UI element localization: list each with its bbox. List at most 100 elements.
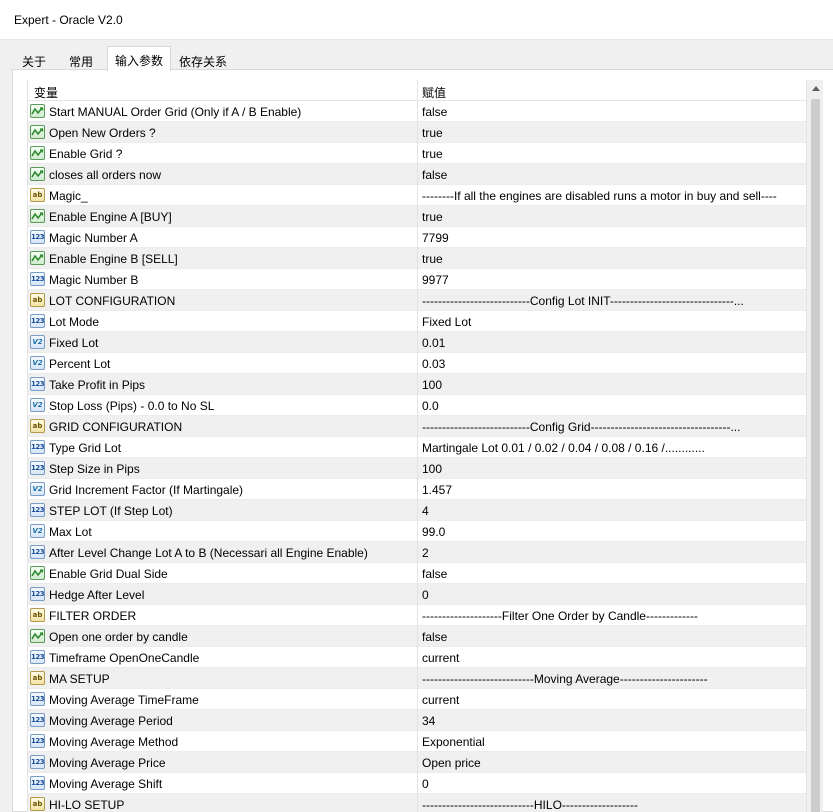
parameter-name: Enable Grid Dual Side	[49, 567, 168, 581]
parameter-name: HI-LO SETUP	[49, 798, 125, 812]
parameter-value[interactable]: 7799	[422, 231, 806, 245]
parameter-value[interactable]: ---------------------------Config Grid--…	[422, 420, 806, 434]
table-row[interactable]: 123 Hedge After Level 0	[28, 584, 806, 605]
column-header-value[interactable]: 赋值	[422, 84, 446, 101]
table-row[interactable]: Enable Grid Dual Side false	[28, 563, 806, 584]
scroll-up-arrow-icon[interactable]	[807, 80, 824, 97]
table-row[interactable]: Open New Orders ? true	[28, 122, 806, 143]
table-row[interactable]: 123 Take Profit in Pips 100	[28, 374, 806, 395]
cell-divider	[417, 647, 418, 668]
parameter-value[interactable]: 0	[422, 777, 806, 791]
table-row[interactable]: 123 Magic Number A 7799	[28, 227, 806, 248]
parameter-value[interactable]: Open price	[422, 756, 806, 770]
table-row[interactable]: V2 Percent Lot 0.03	[28, 353, 806, 374]
table-row[interactable]: V2 Stop Loss (Pips) - 0.0 to No SL 0.0	[28, 395, 806, 416]
parameter-value[interactable]: 4	[422, 504, 806, 518]
parameter-value[interactable]: 1.457	[422, 483, 806, 497]
table-row[interactable]: ab FILTER ORDER --------------------Filter…	[28, 605, 806, 626]
cell-divider	[417, 752, 418, 773]
table-row[interactable]: 123 Moving Average TimeFrame current	[28, 689, 806, 710]
parameter-value[interactable]: Exponential	[422, 735, 806, 749]
table-row[interactable]: Start MANUAL Order Grid (Only if A / B E…	[28, 101, 806, 122]
table-row[interactable]: 123 STEP LOT (If Step Lot) 4	[28, 500, 806, 521]
inputs-panel: 变量 赋值 Start MANUAL Order Grid (Only if A…	[12, 69, 833, 812]
parameter-value[interactable]: 9977	[422, 273, 806, 287]
parameter-value[interactable]: current	[422, 693, 806, 707]
parameter-value[interactable]: 100	[422, 462, 806, 476]
table-row[interactable]: Enable Engine A [BUY] true	[28, 206, 806, 227]
integer-icon: 123	[30, 776, 45, 790]
parameter-value[interactable]: 34	[422, 714, 806, 728]
table-row[interactable]: V2 Grid Increment Factor (If Martingale) 1…	[28, 479, 806, 500]
cell-divider	[417, 563, 418, 584]
cell-divider	[417, 479, 418, 500]
parameter-value[interactable]: 99.0	[422, 525, 806, 539]
integer-icon: 123	[30, 545, 45, 559]
tab-about[interactable]: 关于	[12, 49, 56, 70]
parameter-value[interactable]: 0.03	[422, 357, 806, 371]
table-row[interactable]: 123 Moving Average Price Open price	[28, 752, 806, 773]
table-row[interactable]: ab GRID CONFIGURATION --------------------…	[28, 416, 806, 437]
table-row[interactable]: Enable Engine B [SELL] true	[28, 248, 806, 269]
table-row[interactable]: Enable Grid ? true	[28, 143, 806, 164]
column-header-variable[interactable]: 变量	[34, 84, 58, 101]
parameter-value[interactable]: 2	[422, 546, 806, 560]
parameter-value[interactable]: --------If all the engines are disabled …	[422, 189, 806, 203]
table-row[interactable]: V2 Fixed Lot 0.01	[28, 332, 806, 353]
integer-icon: 123	[30, 461, 45, 475]
integer-icon: 123	[30, 377, 45, 391]
tab-inputs[interactable]: 输入参数	[107, 46, 171, 71]
parameter-value[interactable]: true	[422, 147, 806, 161]
table-row[interactable]: 123 Moving Average Period 34	[28, 710, 806, 731]
bool-icon	[30, 251, 45, 265]
table-row[interactable]: 123 Moving Average Method Exponential	[28, 731, 806, 752]
parameter-value[interactable]: current	[422, 651, 806, 665]
parameter-value[interactable]: false	[422, 105, 806, 119]
table-row[interactable]: ab Magic_ --------If all the engines are d…	[28, 185, 806, 206]
parameter-value[interactable]: ----------------------------HILO--------…	[422, 798, 806, 812]
table-row[interactable]: 123 Magic Number B 9977	[28, 269, 806, 290]
cell-divider	[417, 521, 418, 542]
table-row[interactable]: 123 Timeframe OpenOneCandle current	[28, 647, 806, 668]
table-row[interactable]: 123 Lot Mode Fixed Lot	[28, 311, 806, 332]
table-row[interactable]: 123 Step Size in Pips 100	[28, 458, 806, 479]
string-icon: ab	[30, 797, 45, 811]
cell-divider	[417, 248, 418, 269]
parameter-value[interactable]: Fixed Lot	[422, 315, 806, 329]
table-row[interactable]: closes all orders now false	[28, 164, 806, 185]
parameter-value[interactable]: 0	[422, 588, 806, 602]
table-row[interactable]: Open one order by candle false	[28, 626, 806, 647]
table-row[interactable]: ab LOT CONFIGURATION ---------------------…	[28, 290, 806, 311]
parameter-value[interactable]: ----------------------------Moving Avera…	[422, 672, 806, 686]
vertical-scrollbar[interactable]	[806, 80, 823, 812]
parameter-value[interactable]: true	[422, 210, 806, 224]
table-row[interactable]: ab HI-LO SETUP ---------------------------…	[28, 794, 806, 812]
parameter-value[interactable]: false	[422, 567, 806, 581]
bool-icon	[30, 629, 45, 643]
parameter-value[interactable]: 0.0	[422, 399, 806, 413]
cell-divider	[417, 668, 418, 689]
parameter-value[interactable]: true	[422, 252, 806, 266]
cell-divider	[417, 206, 418, 227]
cell-divider	[417, 395, 418, 416]
table-row[interactable]: 123 Moving Average Shift 0	[28, 773, 806, 794]
parameter-value[interactable]: 100	[422, 378, 806, 392]
parameter-name: Max Lot	[49, 525, 92, 539]
tab-common[interactable]: 常用	[58, 49, 104, 70]
parameter-value[interactable]: 0.01	[422, 336, 806, 350]
tab-dependencies[interactable]: 依存关系	[173, 49, 233, 70]
parameter-value[interactable]: ---------------------------Config Lot IN…	[422, 294, 806, 308]
table-row[interactable]: V2 Max Lot 99.0	[28, 521, 806, 542]
scrollbar-thumb[interactable]	[811, 99, 820, 812]
parameter-value[interactable]: Martingale Lot 0.01 / 0.02 / 0.04 / 0.08…	[422, 441, 806, 455]
parameter-value[interactable]: --------------------Filter One Order by …	[422, 609, 806, 623]
column-divider[interactable]	[417, 80, 418, 101]
bool-icon	[30, 125, 45, 139]
parameter-value[interactable]: true	[422, 126, 806, 140]
table-row[interactable]: ab MA SETUP ----------------------------Mo…	[28, 668, 806, 689]
parameter-value[interactable]: false	[422, 630, 806, 644]
table-row[interactable]: 123 Type Grid Lot Martingale Lot 0.01 / 0.…	[28, 437, 806, 458]
parameter-value[interactable]: false	[422, 168, 806, 182]
table-row[interactable]: 123 After Level Change Lot A to B (Necess…	[28, 542, 806, 563]
parameter-name: Magic_	[49, 189, 88, 203]
